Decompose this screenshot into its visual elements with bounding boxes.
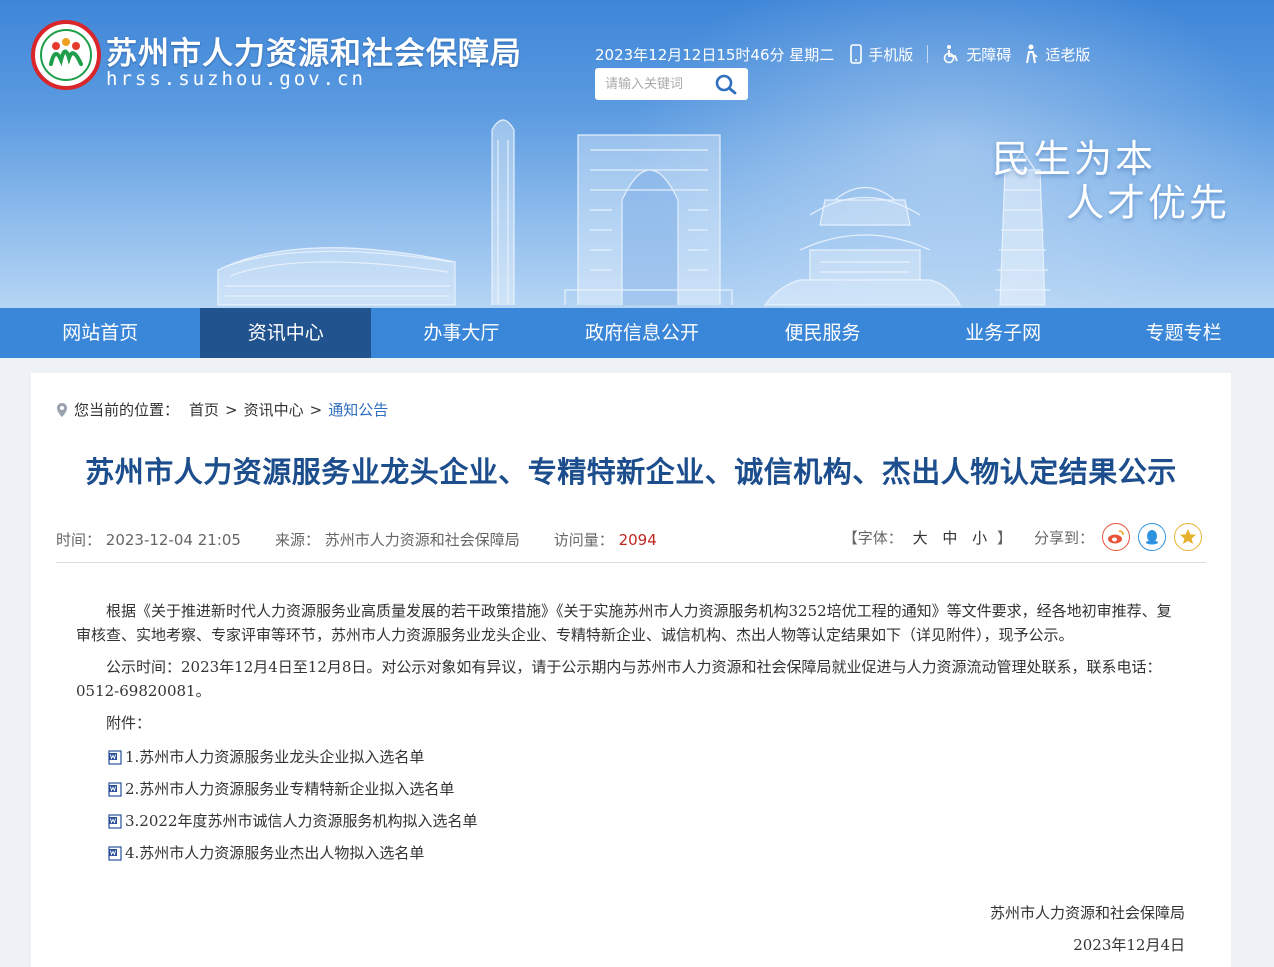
- breadcrumb-separator: >: [225, 400, 238, 419]
- article-meta: 时间： 2023-12-04 21:05 来源： 苏州市人力资源和社会保障局 访…: [56, 529, 691, 550]
- location-pin-icon: [57, 402, 67, 417]
- toolbar-divider: [927, 45, 929, 63]
- mobile-version-link[interactable]: 手机版: [850, 44, 913, 65]
- attachment-title: 3.2022年度苏州市诚信人力资源服务机构拟入选名单: [125, 812, 478, 830]
- wheelchair-icon: [944, 45, 959, 64]
- signature-org: 苏州市人力资源和社会保障局: [989, 904, 1185, 922]
- nav-item-convenience[interactable]: 便民服务: [732, 308, 913, 358]
- attachment-title: 1.苏州市人力资源服务业龙头企业拟入选名单: [125, 748, 425, 766]
- article-paragraph: 根据《关于推进新时代人力资源服务业高质量发展的若干政策措施》《关于实施苏州市人力…: [76, 602, 1172, 644]
- site-domain: hrss.suzhou.gov.cn: [106, 68, 366, 90]
- attachment-title: 4.苏州市人力资源服务业杰出人物拟入选名单: [125, 844, 425, 862]
- elderly-version-link[interactable]: 适老版: [1023, 44, 1090, 65]
- article-paragraph: 公示时间：2023年12月4日至12月8日。对公示对象如有异议，请于公示期内与苏…: [76, 658, 1162, 700]
- article-signature: 苏州市人力资源和社会保障局 2023年12月4日: [990, 897, 1185, 961]
- site-logo[interactable]: [31, 20, 101, 90]
- nav-item-service-hall[interactable]: 办事大厅: [371, 308, 552, 358]
- elderly-person-icon: [1026, 44, 1038, 64]
- font-size-medium[interactable]: 中: [942, 529, 957, 547]
- star-icon: [1180, 529, 1196, 544]
- attachment-link[interactable]: 4.苏州市人力资源服务业杰出人物拟入选名单: [108, 841, 1186, 865]
- nav-item-gov-info[interactable]: 政府信息公开: [552, 308, 733, 358]
- accessibility-link[interactable]: 无障碍: [942, 44, 1011, 65]
- search-box: [595, 68, 748, 100]
- breadcrumb-prefix: 您当前的位置：: [74, 401, 180, 419]
- breadcrumb-notices[interactable]: 通知公告: [328, 399, 388, 420]
- view-count-label: 访问量：: [553, 531, 614, 549]
- attachment-title: 2.苏州市人力资源服务业专精特新企业拟入选名单: [125, 780, 455, 798]
- word-document-icon: [108, 781, 122, 797]
- word-document-icon: [108, 749, 122, 765]
- article-title: 苏州市人力资源服务业龙头企业、专精特新企业、诚信机构、杰出人物认定结果公示: [85, 455, 1177, 489]
- publish-time-value: 2023-12-04 21:05: [105, 531, 241, 549]
- font-size-small[interactable]: 小: [972, 529, 987, 547]
- font-size-large[interactable]: 大: [913, 529, 928, 547]
- nav-item-news-center[interactable]: 资讯中心: [200, 308, 372, 358]
- header-banner: 苏州市人力资源和社会保障局 hrss.suzhou.gov.cn 2023年12…: [0, 0, 1274, 308]
- article-source-value: 苏州市人力资源和社会保障局: [324, 531, 520, 549]
- share-qq-button[interactable]: [1138, 523, 1166, 551]
- search-input[interactable]: [605, 74, 705, 94]
- meta-divider: [56, 562, 1206, 563]
- slogan-line-2: 人才优先: [1066, 181, 1231, 225]
- font-size-close: 】: [996, 528, 1012, 547]
- view-count-value: 2094: [618, 531, 657, 549]
- share-label: 分享到：: [1033, 528, 1094, 547]
- logo-emblem-icon: [40, 29, 92, 81]
- word-document-icon: [108, 813, 122, 829]
- article-body: 根据《关于推进新时代人力资源服务业高质量发展的若干政策措施》《关于实施苏州市人力…: [76, 599, 1186, 873]
- attachment-link[interactable]: 1.苏州市人力资源服务业龙头企业拟入选名单: [108, 745, 1186, 769]
- view-count: 访问量： 2094: [554, 529, 657, 550]
- article-source-label: 来源：: [274, 531, 320, 549]
- main-nav: 网站首页 资讯中心 办事大厅 政府信息公开 便民服务 业务子网 专题专栏: [0, 308, 1274, 358]
- article-card: 您当前的位置： 首页 > 资讯中心 > 通知公告 苏州市人力资源服务业龙头企业、…: [31, 373, 1231, 967]
- nav-item-business-sites[interactable]: 业务子网: [913, 308, 1094, 358]
- publish-time-label: 时间：: [56, 531, 102, 549]
- breadcrumb-separator: >: [309, 400, 323, 419]
- font-size-open: 【字体：: [842, 528, 903, 547]
- nav-item-home[interactable]: 网站首页: [0, 308, 200, 358]
- attachment-link[interactable]: 3.2022年度苏州市诚信人力资源服务机构拟入选名单: [108, 809, 1186, 833]
- nav-item-special-topics[interactable]: 专题专栏: [1093, 308, 1274, 358]
- elderly-version-label: 适老版: [1045, 45, 1091, 64]
- current-datetime: 2023年12月12日15时46分 星期二: [595, 45, 835, 64]
- weibo-icon: [1108, 530, 1124, 544]
- breadcrumb: 您当前的位置： 首页 > 资讯中心 > 通知公告: [56, 399, 388, 420]
- search-icon[interactable]: [714, 73, 738, 95]
- attachment-link[interactable]: 2.苏州市人力资源服务业专精特新企业拟入选名单: [108, 777, 1186, 801]
- attachments-label: 附件：: [106, 714, 152, 732]
- font-size-tool: 【字体： 大 中 小 】: [843, 527, 1012, 548]
- publish-time: 时间： 2023-12-04 21:05: [56, 529, 241, 550]
- share-weibo-button[interactable]: [1102, 523, 1130, 551]
- article-tools: 【字体： 大 中 小 】 分享到：: [843, 523, 1202, 551]
- mobile-phone-icon: [850, 44, 863, 64]
- mobile-version-label: 手机版: [868, 45, 914, 64]
- article-source: 来源： 苏州市人力资源和社会保障局: [275, 529, 520, 550]
- breadcrumb-news-center[interactable]: 资讯中心: [244, 399, 304, 420]
- qq-penguin-icon: [1146, 530, 1158, 545]
- accessibility-label: 无障碍: [966, 45, 1012, 64]
- top-toolbar: 2023年12月12日15时46分 星期二 手机版 无障碍 适老版: [595, 42, 1090, 66]
- breadcrumb-home[interactable]: 首页: [189, 399, 219, 420]
- signature-date: 2023年12月4日: [1073, 936, 1185, 954]
- share-favorite-button[interactable]: [1174, 523, 1202, 551]
- site-name: 苏州市人力资源和社会保障局: [106, 36, 522, 72]
- word-document-icon: [108, 845, 122, 861]
